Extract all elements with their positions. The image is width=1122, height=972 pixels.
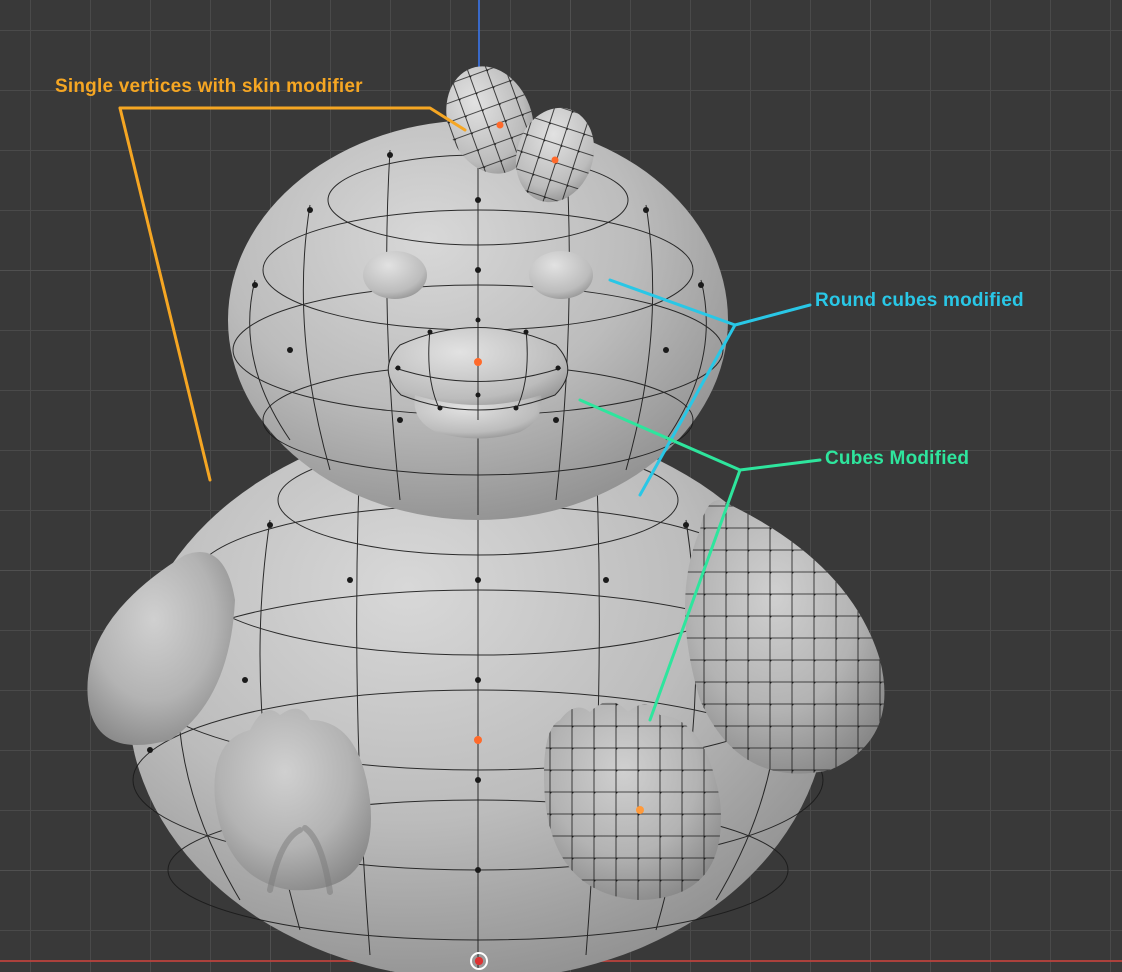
mesh-eye-left bbox=[363, 251, 427, 299]
viewport-3d[interactable] bbox=[0, 0, 1122, 972]
mesh-eye-right bbox=[529, 251, 593, 299]
model-svg bbox=[0, 0, 1122, 972]
annotation-label-round: Round cubes modified bbox=[815, 290, 1024, 312]
annotation-label-skin: Single vertices with skin modifier bbox=[55, 76, 363, 98]
annotation-label-cubes: Cubes Modified bbox=[825, 448, 969, 470]
cursor-3d bbox=[470, 952, 488, 970]
